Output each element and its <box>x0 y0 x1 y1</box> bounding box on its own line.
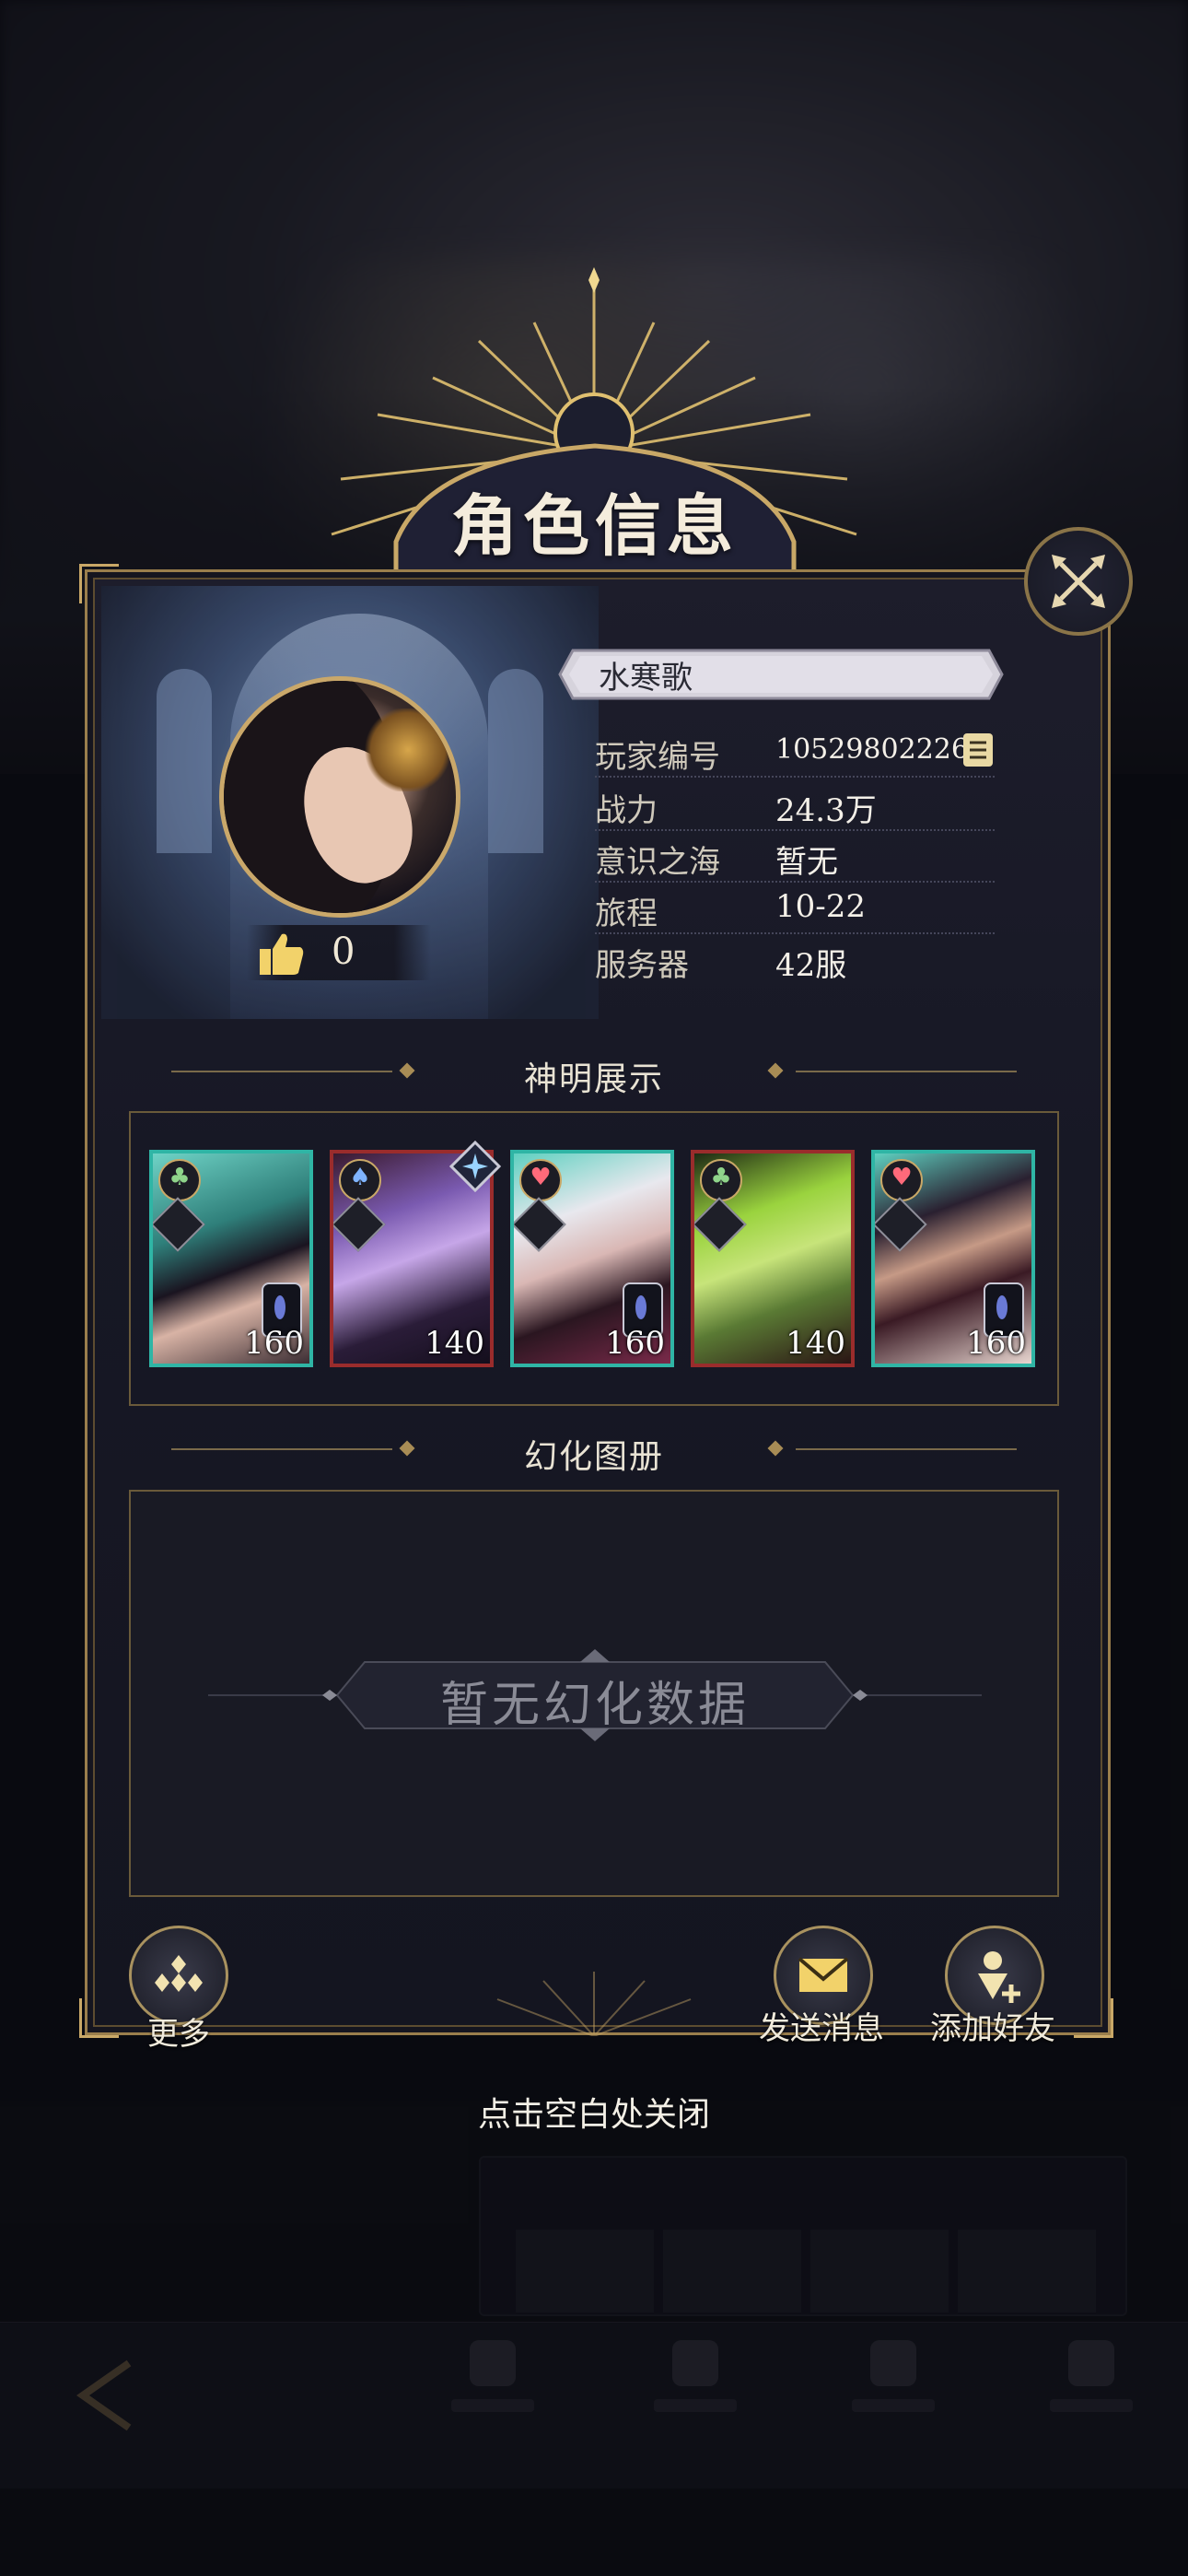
journey-value: 10-22 <box>775 888 867 925</box>
section-title: 幻化图册 <box>523 1438 664 1476</box>
hero-level: 160 <box>605 1325 665 1362</box>
info-row-player-id: 玩家编号 10529802226 <box>595 726 995 778</box>
info-row-server: 服务器 42服 <box>595 934 995 984</box>
section-header-album: 幻化图册 <box>171 1426 1017 1476</box>
thumbs-up-icon[interactable] <box>258 931 306 977</box>
star-badge-icon <box>449 1141 501 1192</box>
hero-level: 160 <box>966 1325 1026 1362</box>
consciousness-sea-value: 暂无 <box>775 844 838 881</box>
close-hint[interactable]: 点击空白处关闭 <box>0 2088 1188 2136</box>
section-header-heroes: 神明展示 <box>171 1048 1017 1098</box>
hero-level: 140 <box>786 1325 845 1362</box>
more-label: 更多 <box>147 2016 210 2053</box>
info-label: 服务器 <box>595 947 689 984</box>
panel-corner <box>79 1998 119 2038</box>
info-label: 旅程 <box>595 896 658 932</box>
club-icon: ♣ <box>700 1159 742 1201</box>
panel-corner <box>1074 1998 1113 2038</box>
heart-icon: ♥ <box>880 1159 923 1201</box>
envelope-icon <box>798 1957 849 1992</box>
info-row-consciousness-sea: 意识之海 暂无 <box>595 831 995 883</box>
hero-level: 140 <box>425 1325 484 1362</box>
power-value: 24.3万 <box>775 792 877 829</box>
add-friend-label: 添加好友 <box>930 2010 1055 2047</box>
send-message-label: 发送消息 <box>759 2010 884 2047</box>
hero-level: 160 <box>244 1325 304 1362</box>
info-row-power: 战力 24.3万 <box>595 779 995 831</box>
hero-card[interactable]: ♣ 140 <box>691 1150 855 1367</box>
info-row-journey: 旅程 10-22 <box>595 883 995 934</box>
dialog-title: 角色信息 <box>450 486 739 565</box>
spade-icon: ♠ <box>339 1159 381 1201</box>
album-empty-text: 暂无幻化数据 <box>439 1678 750 1733</box>
section-title: 神明展示 <box>523 1060 664 1098</box>
info-label: 意识之海 <box>595 844 720 881</box>
club-icon: ♣ <box>158 1159 201 1201</box>
copy-icon[interactable] <box>961 732 995 768</box>
add-friend-icon <box>978 1951 1020 2003</box>
hero-card[interactable]: ♣ 160 <box>149 1150 313 1367</box>
panel-bottom-ornament <box>496 1972 692 2036</box>
avatar[interactable] <box>219 676 460 918</box>
info-label: 战力 <box>595 792 658 829</box>
likes-count: 0 <box>332 931 355 973</box>
hero-card[interactable]: ♥ 160 <box>871 1150 1035 1367</box>
player-name: 水寒歌 <box>599 660 693 697</box>
close-button[interactable] <box>1024 527 1133 636</box>
player-id: 10529802226 <box>775 733 969 766</box>
server-value: 42服 <box>775 947 847 984</box>
info-label: 玩家编号 <box>595 739 720 776</box>
close-icon <box>1052 555 1105 608</box>
hero-card[interactable]: ♥ 160 <box>510 1150 674 1367</box>
more-icon <box>155 1955 203 1992</box>
heart-icon: ♥ <box>519 1159 562 1201</box>
